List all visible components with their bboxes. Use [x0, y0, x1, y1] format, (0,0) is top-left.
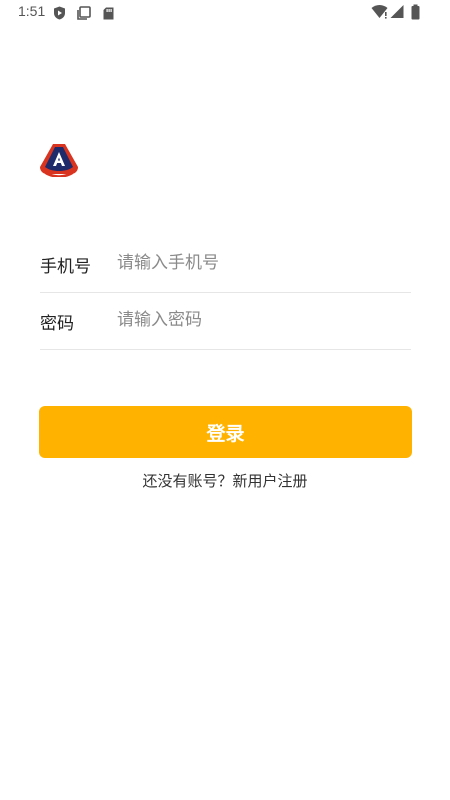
signal-icon: [390, 4, 404, 23]
screenshot-icon: [77, 5, 91, 24]
phone-row: 手机号: [40, 236, 411, 293]
play-protect-icon: [53, 5, 66, 24]
password-row: 密码: [40, 293, 411, 350]
status-bar: 1:51: [0, 0, 450, 24]
app-logo: [39, 143, 79, 178]
password-label: 密码: [40, 314, 74, 334]
battery-icon: [411, 4, 420, 24]
sd-card-icon: [103, 5, 114, 24]
status-time: 1:51: [18, 3, 46, 19]
phone-label: 手机号: [40, 257, 91, 277]
login-button[interactable]: 登录: [39, 406, 412, 458]
phone-input[interactable]: [117, 248, 407, 278]
register-link[interactable]: 还没有账号？新用户注册: [0, 470, 450, 491]
password-input[interactable]: [117, 305, 407, 335]
wifi-icon: [371, 4, 388, 23]
